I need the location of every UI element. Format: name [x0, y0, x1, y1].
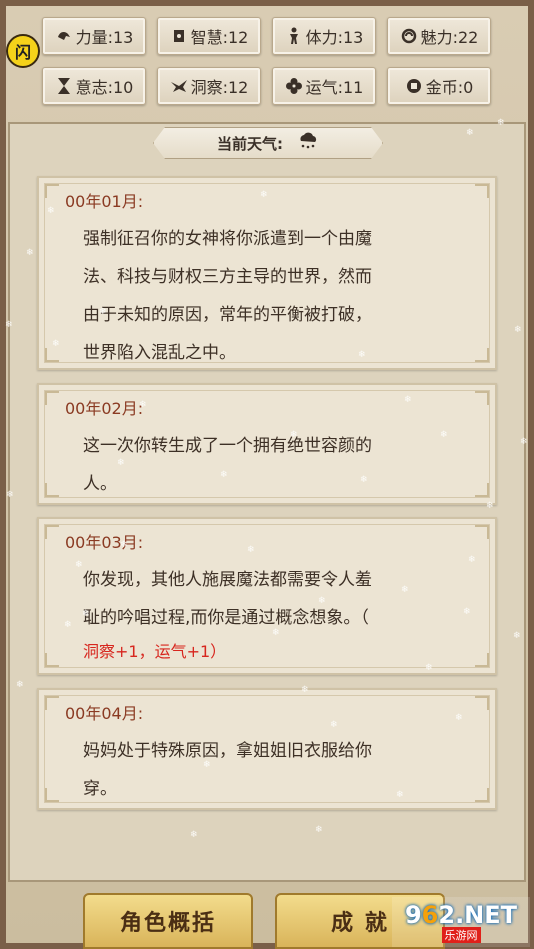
- stat-wisdom[interactable]: 智慧:12: [157, 17, 261, 55]
- event-text: 这一次你转生成了一个拥有绝世容颜的 人。: [83, 436, 372, 494]
- event-card: 00年02月: 这一次你转生成了一个拥有绝世容颜的 人。: [37, 383, 497, 505]
- event-date: 00年03月:: [65, 533, 144, 552]
- flash-badge[interactable]: 闪: [6, 34, 40, 68]
- stat-stamina[interactable]: 体力:13: [272, 17, 376, 55]
- site-watermark: 962.NET 乐游网: [392, 897, 530, 947]
- person-icon: [285, 27, 303, 45]
- event-card: 00年04月: 妈妈处于特殊原因，拿姐姐旧衣服给你 穿。: [37, 688, 497, 810]
- event-text: 妈妈处于特殊原因，拿姐姐旧衣服给你 穿。: [83, 741, 372, 799]
- stat-gold[interactable]: 金币:0: [387, 67, 491, 105]
- attribute-bonus: 洞察+1，运气+1）: [83, 642, 227, 661]
- event-card: 00年03月: 你发现，其他人施展魔法都需要令人羞 耻的吟唱过程,而你是通过概念…: [37, 517, 497, 675]
- clover-icon: [285, 77, 303, 95]
- event-date: 00年01月:: [65, 192, 144, 211]
- stat-insight[interactable]: 洞察:12: [157, 67, 261, 105]
- character-summary-button[interactable]: 角色概括: [83, 893, 253, 949]
- snow-cloud-icon: [297, 132, 319, 154]
- event-date: 00年04月:: [65, 704, 144, 723]
- stat-charm[interactable]: 魅力:22: [387, 17, 491, 55]
- stat-strength[interactable]: 力量:13: [42, 17, 146, 55]
- coin-icon: [405, 77, 423, 95]
- stat-luck[interactable]: 运气:11: [272, 67, 376, 105]
- muscle-icon: [55, 27, 73, 45]
- eagle-icon: [170, 77, 188, 95]
- event-text: 强制征召你的女神将你派遣到一个由魔 法、科技与财权三方主导的世界，然而 由于未知…: [83, 229, 372, 363]
- hourglass-icon: [55, 77, 73, 95]
- charm-icon: [400, 27, 418, 45]
- event-date: 00年02月:: [65, 399, 144, 418]
- event-card: 00年01月: 强制征召你的女神将你派遣到一个由魔 法、科技与财权三方主导的世界…: [37, 176, 497, 370]
- event-text: 你发现，其他人施展魔法都需要令人羞 耻的吟唱过程,而你是通过概念想象。（: [83, 570, 372, 628]
- stat-willpower[interactable]: 意志:10: [42, 67, 146, 105]
- weather-banner: 当前天气:: [153, 127, 383, 159]
- book-icon: [170, 27, 188, 45]
